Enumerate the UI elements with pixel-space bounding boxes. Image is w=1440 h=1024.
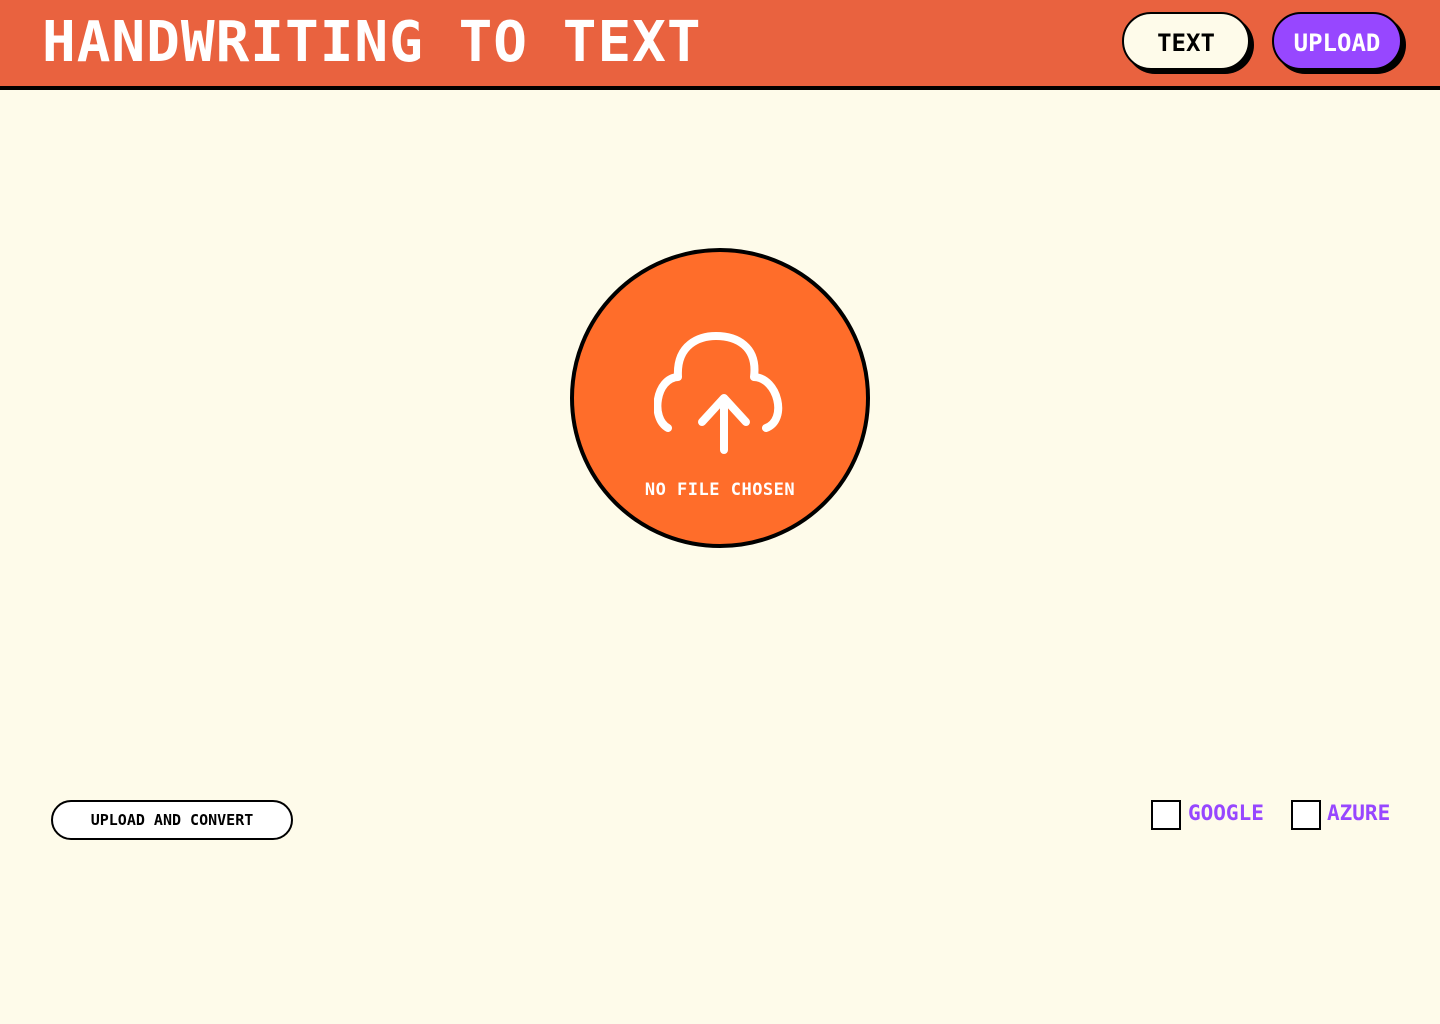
app-header: Handwriting to Text Text Upload bbox=[0, 0, 1440, 90]
file-upload-dropzone[interactable]: No file chosen bbox=[570, 248, 870, 548]
nav-upload-button[interactable]: Upload bbox=[1272, 12, 1402, 70]
azure-label[interactable]: Azure bbox=[1327, 798, 1390, 828]
app-title: Handwriting to Text bbox=[42, 10, 702, 75]
file-status-text: No file chosen bbox=[644, 480, 796, 500]
azure-checkbox[interactable] bbox=[1291, 800, 1321, 830]
nav-text-button[interactable]: Text bbox=[1122, 12, 1250, 70]
cloud-upload-icon bbox=[654, 332, 783, 454]
google-label[interactable]: Google bbox=[1188, 798, 1264, 828]
upload-and-convert-button[interactable]: Upload and Convert bbox=[51, 800, 293, 840]
google-checkbox[interactable] bbox=[1151, 800, 1181, 830]
